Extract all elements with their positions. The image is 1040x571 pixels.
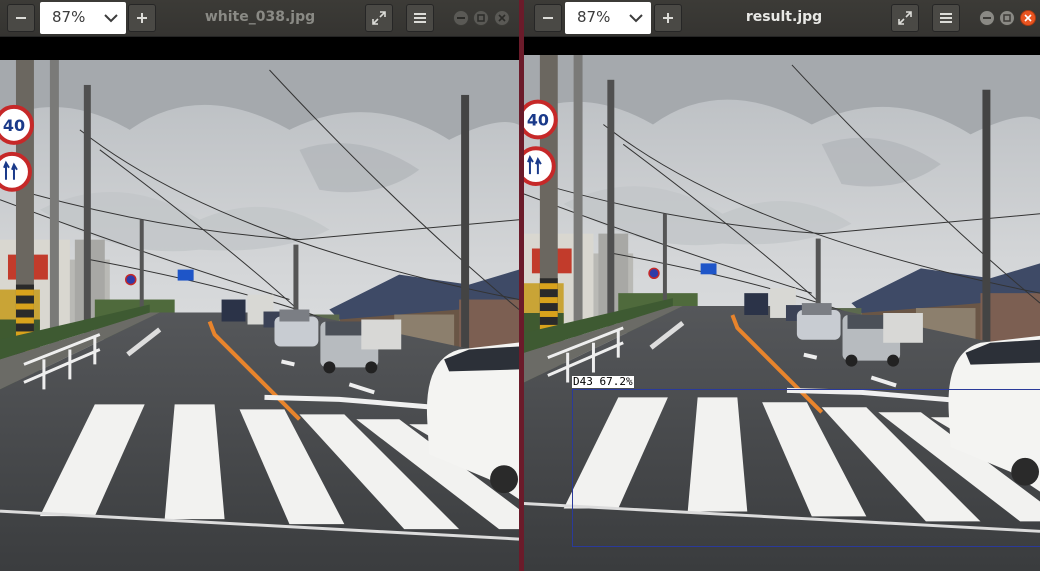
close-button[interactable] <box>494 10 510 26</box>
minimize-button[interactable] <box>979 10 995 26</box>
zoom-value: 87% <box>577 8 611 26</box>
maximize-icon <box>477 14 485 22</box>
zoom-select[interactable]: 87% <box>40 2 126 34</box>
titlebar: 87% result.jpg <box>524 0 1040 37</box>
minus-icon <box>543 17 553 19</box>
close-icon <box>498 14 506 22</box>
plus-icon <box>663 13 673 23</box>
menu-button[interactable] <box>932 4 960 32</box>
window-title: white_038.jpg <box>204 9 316 25</box>
fullscreen-icon <box>898 11 912 25</box>
hamburger-menu-icon <box>414 13 426 23</box>
maximize-button[interactable] <box>999 10 1015 26</box>
image-viewer-window-right: 87% result.jpg D43 67.2% <box>524 0 1040 571</box>
fullscreen-button[interactable] <box>891 4 919 32</box>
road-photo <box>0 60 519 571</box>
image-letterbox <box>524 37 1040 55</box>
maximize-icon <box>1003 14 1011 22</box>
zoom-in-button[interactable] <box>128 4 156 32</box>
plus-icon <box>137 13 147 23</box>
hamburger-menu-icon <box>940 13 952 23</box>
window-title: result.jpg <box>745 9 823 25</box>
image-viewer-window-left: 87% white_038.jpg <box>0 0 519 571</box>
chevron-down-icon <box>104 14 118 23</box>
fullscreen-button[interactable] <box>365 4 393 32</box>
close-button[interactable] <box>1020 10 1036 26</box>
zoom-value: 87% <box>52 8 86 26</box>
zoom-in-button[interactable] <box>654 4 682 32</box>
maximize-button[interactable] <box>473 10 489 26</box>
titlebar: 87% white_038.jpg <box>0 0 519 37</box>
detection-label: D43 67.2% <box>572 375 634 388</box>
zoom-select[interactable]: 87% <box>565 2 651 34</box>
fullscreen-icon <box>372 11 386 25</box>
close-icon <box>1024 14 1032 22</box>
image-letterbox <box>0 37 519 60</box>
minimize-icon <box>457 17 465 19</box>
detection-box <box>572 389 1040 547</box>
chevron-down-icon <box>629 14 643 23</box>
menu-button[interactable] <box>406 4 434 32</box>
zoom-out-button[interactable] <box>534 4 562 32</box>
minimize-button[interactable] <box>453 10 469 26</box>
zoom-out-button[interactable] <box>7 4 35 32</box>
minus-icon <box>16 17 26 19</box>
image-canvas[interactable] <box>0 60 519 571</box>
minimize-icon <box>983 17 991 19</box>
